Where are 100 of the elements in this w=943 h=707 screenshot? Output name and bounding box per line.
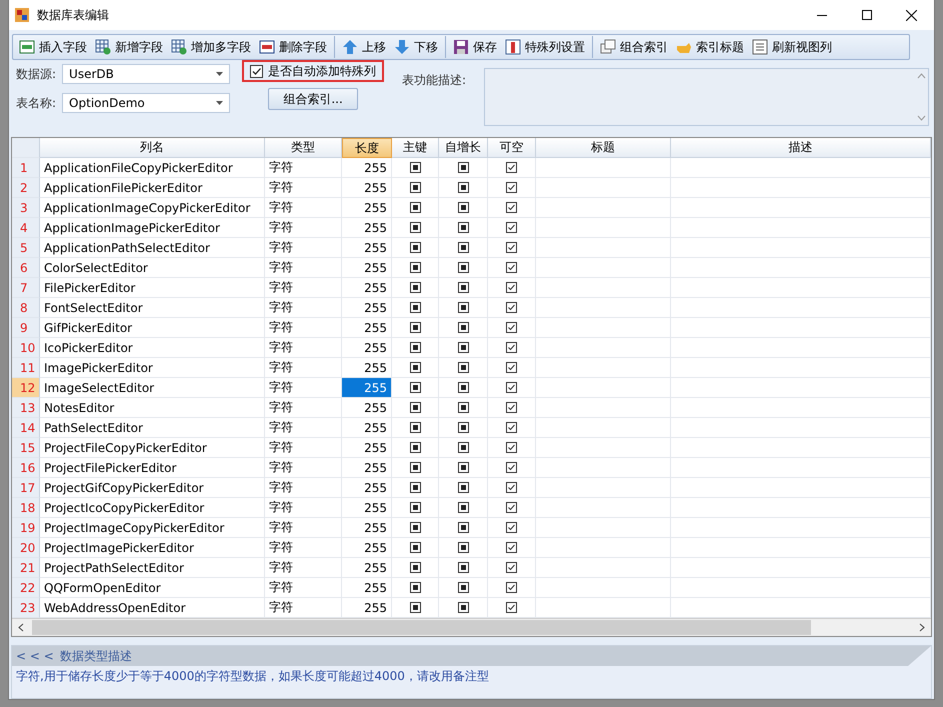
column-header[interactable]: 描述 — [671, 138, 931, 158]
checkbox[interactable] — [410, 482, 420, 493]
table-cell[interactable]: 字符 — [265, 238, 342, 258]
table-cell[interactable]: NotesEditor — [40, 398, 265, 418]
table-cell[interactable] — [536, 458, 671, 478]
row-number[interactable]: 14 — [12, 418, 40, 438]
checkbox[interactable] — [506, 582, 517, 593]
table-cell[interactable]: ApplicationImagePickerEditor — [40, 218, 265, 238]
table-cell[interactable]: 字符 — [265, 358, 342, 378]
checkbox[interactable] — [458, 462, 468, 473]
checkbox[interactable] — [410, 362, 420, 373]
checkbox[interactable] — [458, 342, 468, 353]
row-number[interactable]: 22 — [12, 578, 40, 598]
table-cell[interactable]: 255 — [342, 538, 392, 558]
scrollbar-thumb[interactable] — [32, 620, 811, 635]
table-cell[interactable]: GifPickerEditor — [40, 318, 265, 338]
row-number[interactable]: 23 — [12, 598, 40, 618]
table-cell[interactable]: 字符 — [265, 498, 342, 518]
checkbox[interactable] — [506, 222, 517, 233]
table-cell[interactable]: 255 — [342, 438, 392, 458]
table-cell[interactable]: FontSelectEditor — [40, 298, 265, 318]
table-cell[interactable]: 255 — [342, 178, 392, 198]
table-cell[interactable] — [536, 358, 671, 378]
toolbar-button[interactable]: 插入字段 — [15, 36, 91, 58]
table-cell[interactable] — [671, 258, 931, 278]
toolbar-button[interactable]: 上移 — [334, 36, 390, 58]
table-cell[interactable] — [536, 178, 671, 198]
table-cell[interactable]: ProjectGifCopyPickerEditor — [40, 478, 265, 498]
table-cell[interactable]: 255 — [342, 338, 392, 358]
index-button[interactable]: 组合索引... — [268, 88, 358, 110]
table-cell[interactable] — [671, 538, 931, 558]
table-cell[interactable] — [671, 158, 931, 178]
checkbox[interactable] — [458, 582, 468, 593]
checkbox[interactable] — [506, 342, 517, 353]
table-cell[interactable] — [671, 338, 931, 358]
table-cell[interactable]: 255 — [342, 478, 392, 498]
row-number[interactable]: 1 — [12, 158, 40, 178]
table-cell[interactable]: 255 — [342, 218, 392, 238]
table-cell[interactable]: 255 — [342, 458, 392, 478]
row-number[interactable]: 8 — [12, 298, 40, 318]
table-cell[interactable] — [671, 578, 931, 598]
checkbox[interactable] — [410, 582, 420, 593]
row-number[interactable]: 16 — [12, 458, 40, 478]
table-cell[interactable] — [536, 538, 671, 558]
row-number[interactable]: 20 — [12, 538, 40, 558]
table-cell[interactable]: ProjectFilePickerEditor — [40, 458, 265, 478]
checkbox[interactable] — [458, 562, 468, 573]
checkbox[interactable] — [506, 242, 517, 253]
checkbox[interactable] — [506, 162, 517, 173]
table-cell[interactable] — [671, 498, 931, 518]
scroll-right-icon[interactable] — [919, 623, 925, 632]
checkbox[interactable] — [410, 382, 420, 393]
table-cell[interactable]: 字符 — [265, 438, 342, 458]
checkbox[interactable] — [458, 442, 468, 453]
row-number[interactable]: 17 — [12, 478, 40, 498]
table-cell[interactable]: 字符 — [265, 558, 342, 578]
table-cell[interactable]: 255 — [342, 258, 392, 278]
table-cell[interactable]: 字符 — [265, 258, 342, 278]
table-cell[interactable]: ApplicationFilePickerEditor — [40, 178, 265, 198]
table-cell[interactable] — [536, 238, 671, 258]
table-cell[interactable] — [536, 318, 671, 338]
column-header[interactable]: 长度 — [342, 138, 392, 158]
toolbar-button[interactable]: 新增字段 — [91, 36, 167, 58]
table-cell[interactable] — [671, 558, 931, 578]
checkbox[interactable] — [458, 382, 468, 393]
checkbox[interactable] — [410, 182, 420, 193]
checkbox[interactable] — [458, 202, 468, 213]
row-number[interactable]: 3 — [12, 198, 40, 218]
table-cell[interactable] — [671, 358, 931, 378]
checkbox[interactable] — [410, 202, 420, 213]
toolbar-button[interactable]: 增加多字段 — [167, 36, 255, 58]
row-number[interactable]: 11 — [12, 358, 40, 378]
table-cell[interactable]: 字符 — [265, 218, 342, 238]
checkbox[interactable] — [458, 222, 468, 233]
checkbox[interactable] — [410, 542, 420, 553]
table-cell[interactable]: ProjectImageCopyPickerEditor — [40, 518, 265, 538]
table-cell[interactable] — [671, 518, 931, 538]
checkbox[interactable] — [250, 64, 264, 78]
table-cell[interactable]: ColorSelectEditor — [40, 258, 265, 278]
column-header[interactable]: 可空 — [488, 138, 536, 158]
table-cell[interactable] — [536, 578, 671, 598]
table-cell[interactable] — [671, 378, 931, 398]
column-header[interactable]: 标题 — [536, 138, 671, 158]
table-cell[interactable] — [536, 398, 671, 418]
table-cell[interactable]: ProjectIcoCopyPickerEditor — [40, 498, 265, 518]
checkbox[interactable] — [506, 402, 517, 413]
row-number[interactable]: 5 — [12, 238, 40, 258]
table-cell[interactable]: 字符 — [265, 478, 342, 498]
checkbox[interactable] — [506, 442, 517, 453]
table-cell[interactable]: 字符 — [265, 398, 342, 418]
checkbox[interactable] — [506, 602, 517, 613]
table-cell[interactable]: 字符 — [265, 178, 342, 198]
checkbox[interactable] — [410, 462, 420, 473]
table-cell[interactable]: 字符 — [265, 458, 342, 478]
table-cell[interactable]: QQFormOpenEditor — [40, 578, 265, 598]
toolbar-button[interactable]: 删除字段 — [255, 36, 331, 58]
table-cell[interactable]: 255 — [342, 518, 392, 538]
checkbox[interactable] — [458, 182, 468, 193]
table-cell[interactable] — [671, 178, 931, 198]
row-number[interactable]: 2 — [12, 178, 40, 198]
